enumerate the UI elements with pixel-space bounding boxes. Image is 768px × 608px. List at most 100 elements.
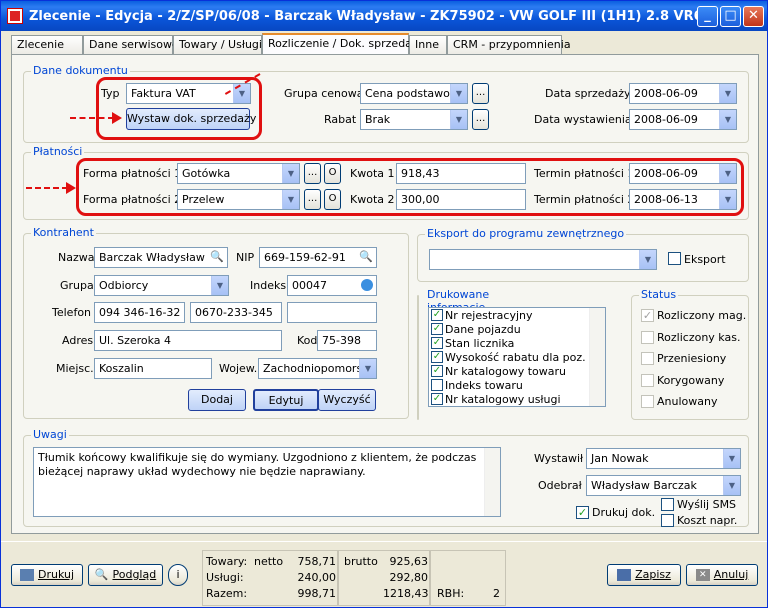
uslugi-label: Usługi:: [206, 571, 244, 584]
drukuj-dok-checkbox[interactable]: ✓: [576, 506, 589, 519]
tab-zlecenie[interactable]: Zlecenie: [11, 35, 83, 54]
forma1-more-button[interactable]: ...: [304, 163, 321, 184]
chevron-down-icon: ▼: [359, 359, 376, 378]
title-bar[interactable]: Zlecenie - Edycja - 2/Z/SP/06/08 - Barcz…: [1, 1, 767, 31]
status-checkbox[interactable]: ✓: [641, 309, 654, 322]
wystawil-select[interactable]: Jan Nowak ▼: [586, 448, 741, 469]
drukowane-checkbox[interactable]: ✓: [431, 393, 443, 405]
miejsc-label: Miejsc.: [56, 362, 94, 375]
minimize-button[interactable]: _: [697, 6, 718, 27]
chevron-down-icon: ▼: [719, 84, 736, 103]
drukowane-item[interactable]: Indeks towaru: [429, 379, 605, 393]
telefon3-input[interactable]: [287, 302, 377, 323]
save-icon: [617, 569, 632, 581]
uwagi-textarea[interactable]: Tłumik końcowy kwalifikuje się do wymian…: [33, 447, 501, 517]
tab-rozliczenie[interactable]: Rozliczenie / Dok. sprzedaży: [262, 33, 424, 55]
group-label: Dane dokumentu: [31, 64, 130, 77]
kod-input[interactable]: 75-398: [317, 330, 377, 351]
drukowane-item[interactable]: ✓ Nr katalogowy towaru: [429, 365, 605, 379]
status-checkbox[interactable]: [641, 330, 654, 344]
forma1-o-button[interactable]: O: [324, 163, 341, 184]
search-icon[interactable]: 🔍: [210, 250, 224, 263]
drukowane-list[interactable]: ✓ Nr rejestracyjny ✓ Dane pojazdu ✓ Stan licz…: [428, 307, 606, 407]
termin1-picker[interactable]: 2008-06-09 ▼: [629, 163, 737, 184]
grupa-select[interactable]: Odbiorcy ▼: [94, 275, 229, 296]
info-button[interactable]: i: [168, 564, 188, 586]
status-checkbox[interactable]: [641, 352, 654, 365]
chevron-down-icon: ▼: [719, 164, 736, 183]
wojew-select[interactable]: Zachodniopomorskie ▼: [258, 358, 377, 379]
tab-crm[interactable]: CRM - przypomnienia: [447, 35, 571, 54]
tab-towary-uslugi[interactable]: Towary / Usługi: [173, 35, 262, 54]
drukowane-checkbox[interactable]: ✓: [431, 323, 443, 335]
forma2-select[interactable]: Przelew ▼: [177, 189, 300, 210]
drukowane-item[interactable]: ✓ Nr katalogowy usługi: [429, 393, 605, 406]
status-checkbox[interactable]: [641, 395, 654, 408]
eksport-checkbox[interactable]: [668, 252, 681, 265]
miejsc-input[interactable]: Koszalin: [94, 358, 212, 379]
wyslij-sms-checkbox[interactable]: [661, 498, 674, 511]
app-icon: [7, 8, 23, 24]
kod-label: Kod: [297, 334, 318, 347]
termin2-picker[interactable]: 2008-06-13 ▼: [629, 189, 737, 210]
drukowane-item-label: Dane pojazdu: [445, 323, 521, 336]
termin1-label: Termin płatności 1: [534, 167, 635, 180]
drukowane-item-label: Nr katalogowy usługi: [445, 393, 561, 406]
kwota1-input[interactable]: 918,43: [396, 163, 526, 184]
drukowane-checkbox[interactable]: ✓: [431, 309, 443, 321]
data-sprzedazy-picker[interactable]: 2008-06-09 ▼: [629, 83, 737, 104]
wojew-label: Wojew.: [219, 362, 258, 375]
zapisz-button[interactable]: Zapisz: [607, 564, 681, 586]
rabat-select[interactable]: Brak ▼: [360, 109, 468, 130]
forma2-more-button[interactable]: ...: [304, 189, 321, 210]
telefon2-input[interactable]: 0670-233-345: [190, 302, 282, 323]
anuluj-button[interactable]: ✕ Anuluj: [686, 564, 758, 586]
kwota2-input[interactable]: 300,00: [396, 189, 526, 210]
tab-inne[interactable]: Inne: [409, 35, 447, 54]
tab-dane-serwisowe[interactable]: Dane serwisowe: [83, 35, 179, 54]
drukowane-item[interactable]: ✓ Nr rejestracyjny: [429, 309, 605, 323]
edytuj-button[interactable]: Edytuj: [253, 389, 319, 411]
refresh-icon[interactable]: [361, 279, 373, 291]
dodaj-button[interactable]: Dodaj: [188, 389, 246, 411]
telefon1-input[interactable]: 094 346-16-32: [94, 302, 185, 323]
scrollbar[interactable]: [589, 308, 605, 406]
data-wystawienia-label: Data wystawienia: [534, 113, 632, 126]
status-checkbox[interactable]: [641, 373, 654, 387]
drukowane-checkbox[interactable]: ✓: [431, 351, 443, 363]
drukowane-item[interactable]: ✓ Dane pojazdu: [429, 323, 605, 337]
status-label: Rozliczony kas.: [657, 330, 741, 344]
eksport-select[interactable]: ▼: [429, 249, 657, 270]
grupa-cenowa-more-button[interactable]: ...: [472, 83, 489, 104]
close-button[interactable]: ✕: [743, 6, 764, 27]
forma1-select[interactable]: Gotówka ▼: [177, 163, 300, 184]
adres-input[interactable]: Ul. Szeroka 4: [94, 330, 282, 351]
podglad-button[interactable]: 🔍 Podgląd: [88, 564, 163, 586]
koszt-napr-checkbox[interactable]: [661, 514, 674, 527]
drukowane-checkbox[interactable]: [431, 379, 443, 391]
rabat-more-button[interactable]: ...: [472, 109, 489, 130]
grupa-cenowa-select[interactable]: Cena podstawowa ▼: [360, 83, 468, 104]
uslugi-brutto: 292,80: [389, 571, 429, 584]
wystawil-label: Wystawił: [534, 452, 584, 465]
odebral-select[interactable]: Władysław Barczak ▼: [586, 475, 741, 496]
drukowane-checkbox[interactable]: ✓: [431, 337, 443, 349]
forma2-o-button[interactable]: O: [324, 189, 341, 210]
data-wystawienia-picker[interactable]: 2008-06-09 ▼: [629, 109, 737, 130]
indeks-input[interactable]: 00047: [287, 275, 377, 296]
nip-input[interactable]: 669-159-62-91 🔍: [259, 247, 377, 268]
termin2-label: Termin płatności 2: [534, 193, 635, 206]
chevron-down-icon: ▼: [639, 250, 656, 269]
search-icon[interactable]: 🔍: [359, 250, 373, 263]
drukowane-item[interactable]: ✓ Stan licznika: [429, 337, 605, 351]
dashed-arrow-line: [70, 117, 114, 119]
adres-label: Adres: [62, 334, 94, 347]
maximize-button[interactable]: □: [720, 6, 741, 27]
netto-label: netto: [254, 555, 284, 568]
wyczysc-button[interactable]: Wyczyść: [318, 389, 376, 411]
scrollbar[interactable]: [484, 448, 500, 516]
nazwa-input[interactable]: Barczak Władysław 🔍: [94, 247, 228, 268]
drukuj-button[interactable]: Drukuj: [11, 564, 83, 586]
drukowane-checkbox[interactable]: ✓: [431, 365, 443, 377]
drukowane-item[interactable]: ✓ Wysokość rabatu dla poz.: [429, 351, 605, 365]
